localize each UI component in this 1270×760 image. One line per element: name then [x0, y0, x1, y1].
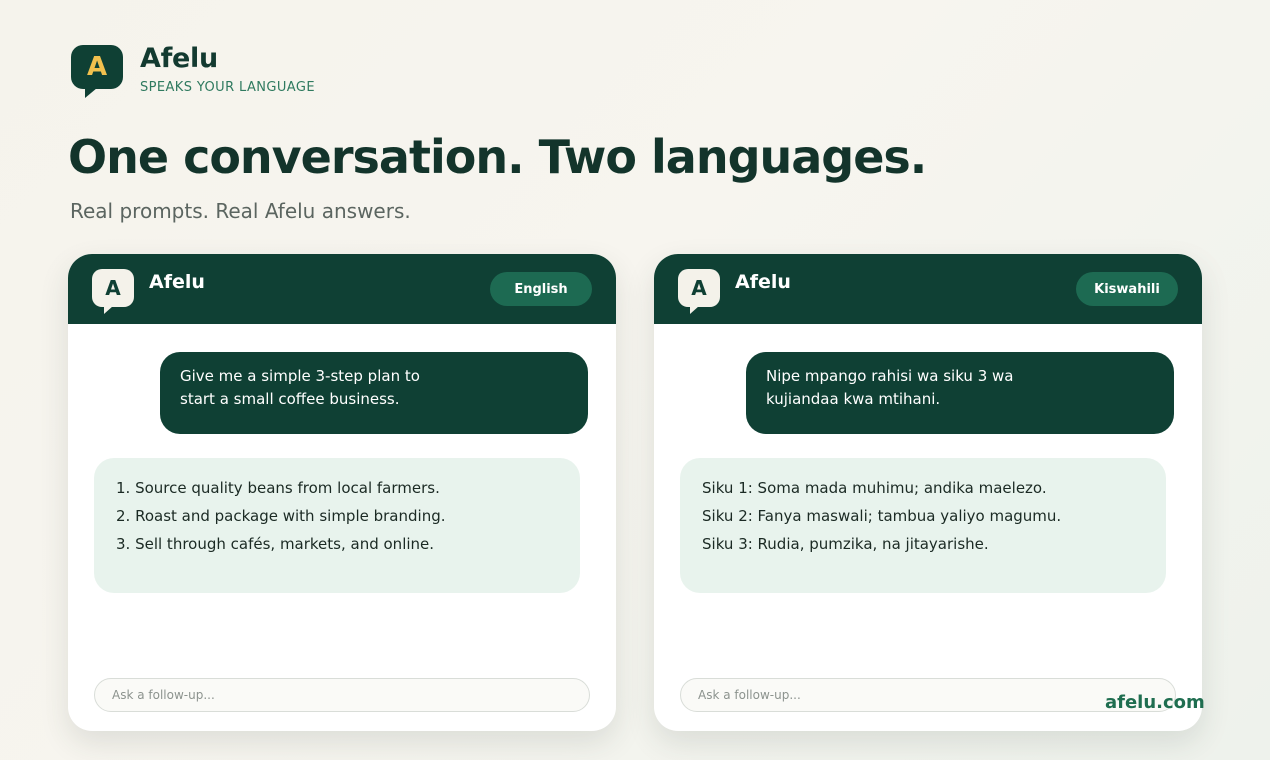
avatar-letter: A	[691, 275, 707, 300]
logo-letter: A	[86, 52, 108, 82]
reply-line: Siku 3: Rudia, pumzika, na jitayarishe.	[702, 535, 989, 553]
brand-tagline: SPEAKS YOUR LANGUAGE	[140, 80, 315, 95]
assistant-name: Afelu	[735, 271, 791, 293]
user-message-text: Nipe mpango rahisi wa siku 3 wa kujianda…	[766, 367, 1014, 408]
assistant-reply-bubble: Siku 1: Soma mada muhimu; andika maelezo…	[680, 458, 1166, 593]
language-pill-english[interactable]: English	[490, 272, 592, 306]
reply-line: 3. Sell through cafés, markets, and onli…	[116, 535, 435, 553]
assistant-name: Afelu	[149, 271, 205, 293]
reply-line: 1. Source quality beans from local farme…	[116, 479, 440, 497]
follow-up-input[interactable]: Ask a follow-up...	[680, 678, 1176, 712]
website-link[interactable]: afelu.com	[1105, 692, 1205, 713]
reply-line: 2. Roast and package with simple brandin…	[116, 507, 446, 525]
reply-line: Siku 2: Fanya maswali; tambua yaliyo mag…	[702, 507, 1062, 525]
user-message-bubble: Nipe mpango rahisi wa siku 3 wa kujianda…	[746, 352, 1174, 434]
avatar-letter: A	[105, 275, 121, 300]
chat-panel-header: A Afelu English	[68, 254, 616, 324]
headline: One conversation. Two languages.	[68, 130, 927, 184]
reply-line: Siku 1: Soma mada muhimu; andika maelezo…	[702, 479, 1047, 497]
chat-panel-english: A Afelu English Give me a simple 3-step …	[68, 254, 616, 731]
language-pill-kiswahili[interactable]: Kiswahili	[1076, 272, 1178, 306]
user-message-bubble: Give me a simple 3-step plan to start a …	[160, 352, 588, 434]
afelu-logo-icon: A	[71, 45, 123, 98]
brand-name: Afelu	[140, 43, 218, 74]
brand-header: A Afelu SPEAKS YOUR LANGUAGE	[71, 43, 315, 98]
chat-panel-header: A Afelu Kiswahili	[654, 254, 1202, 324]
follow-up-input[interactable]: Ask a follow-up...	[94, 678, 590, 712]
user-message-text: Give me a simple 3-step plan to start a …	[180, 367, 420, 408]
subheadline: Real prompts. Real Afelu answers.	[70, 199, 411, 223]
afelu-avatar-icon: A	[678, 268, 720, 314]
chat-panel-kiswahili: A Afelu Kiswahili Nipe mpango rahisi wa …	[654, 254, 1202, 731]
assistant-reply-bubble: 1. Source quality beans from local farme…	[94, 458, 580, 593]
brand-text: Afelu SPEAKS YOUR LANGUAGE	[140, 43, 315, 95]
afelu-avatar-icon: A	[92, 268, 134, 314]
